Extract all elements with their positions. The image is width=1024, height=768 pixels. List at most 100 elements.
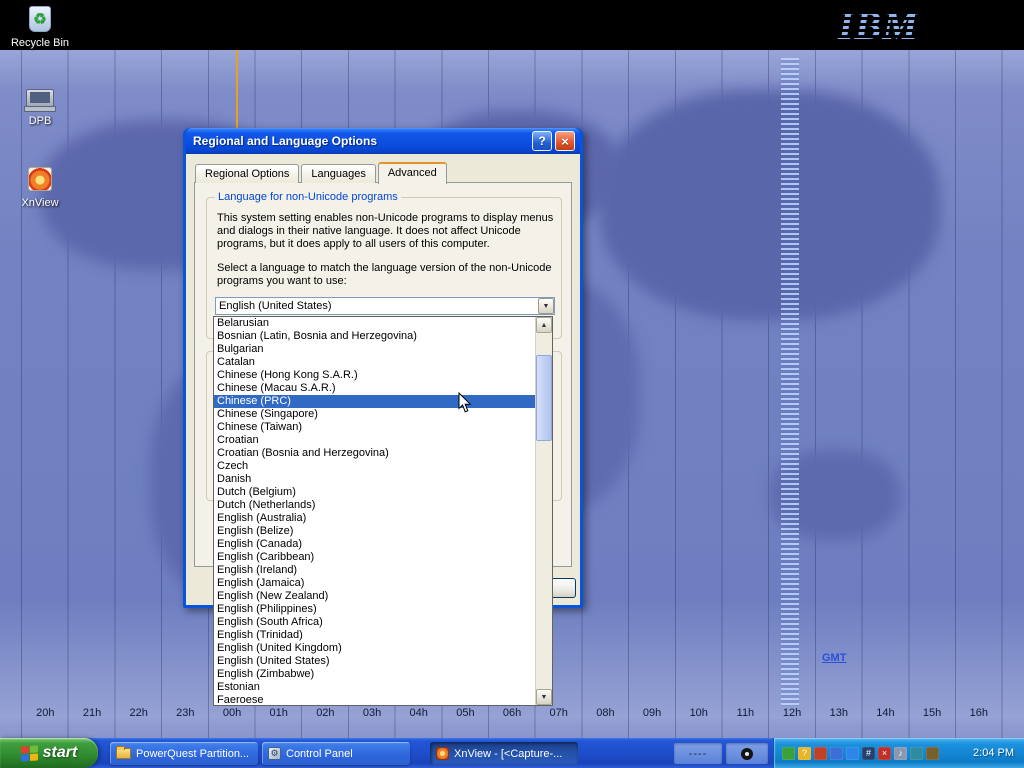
language-option[interactable]: English (South Africa) [214, 616, 535, 629]
language-option[interactable]: English (Caribbean) [214, 551, 535, 564]
taskbar-toolbar-handle[interactable]: ---- [674, 743, 722, 764]
recycle-bin-icon: ♻ [29, 6, 51, 32]
timezone-label: 06h [489, 707, 536, 719]
taskbar-button-powerquest[interactable]: PowerQuest Partition... [110, 742, 258, 765]
timezone-scale: 20h21h22h23h00h01h02h03h04h05h06h07h08h0… [22, 707, 1002, 719]
help-button[interactable]: ? [532, 131, 552, 151]
timezone-label: 13h [815, 707, 862, 719]
task-grid-icon[interactable]: # [862, 747, 875, 760]
language-option[interactable]: Chinese (Taiwan) [214, 421, 535, 434]
desktop-icon-recycle-bin[interactable]: ♻ Recycle Bin [8, 4, 72, 49]
language-option[interactable]: Faeroese [214, 694, 535, 705]
ibm-logo-stripes [838, 2, 948, 48]
groupbox-description: This system setting enables non-Unicode … [217, 212, 561, 251]
language-option[interactable]: Bulgarian [214, 343, 535, 356]
timezone-label: 08h [582, 707, 629, 719]
mute-icon[interactable]: × [878, 747, 891, 760]
tab-regional-options[interactable]: Regional Options [195, 164, 299, 183]
tab-strip: Regional Options Languages Advanced [195, 161, 449, 183]
timezone-label: 16h [955, 707, 1002, 719]
language-option[interactable]: English (Australia) [214, 512, 535, 525]
language-option[interactable]: English (New Zealand) [214, 590, 535, 603]
ibm-logo: IBM [838, 2, 948, 48]
timezone-label: 21h [69, 707, 116, 719]
timezone-label: 07h [535, 707, 582, 719]
timezone-label: 04h [395, 707, 442, 719]
language-option[interactable]: Chinese (Macau S.A.R.) [214, 382, 535, 395]
start-button[interactable]: start [0, 738, 98, 768]
taskbar-button-label: Control Panel [286, 748, 353, 760]
language-option[interactable]: Chinese (Singapore) [214, 408, 535, 421]
language-option[interactable]: Bosnian (Latin, Bosnia and Herzegovina) [214, 330, 535, 343]
language-option[interactable]: Catalan [214, 356, 535, 369]
taskbar-clock[interactable]: 2:04 PM [963, 747, 1024, 759]
folder-icon [116, 748, 131, 759]
combo-dropdown-icon[interactable]: ▼ [538, 298, 554, 314]
select-language-instruction: Select a language to match the language … [217, 262, 565, 288]
language-option[interactable]: English (Philippines) [214, 603, 535, 616]
dialog-title: Regional and Language Options [191, 134, 529, 148]
usb-device-icon[interactable] [910, 747, 923, 760]
taskbar-button-label: XnView - [<Capture-... [454, 748, 562, 760]
taskbar: start PowerQuest Partition... ⚙ Control … [0, 738, 1024, 768]
taskbar-button-label: PowerQuest Partition... [136, 748, 249, 760]
language-option[interactable]: English (Belize) [214, 525, 535, 538]
timezone-label: 00h [209, 707, 256, 719]
dropdown-scrollbar[interactable]: ▲ ▼ [535, 317, 552, 705]
scroll-down-icon[interactable]: ▼ [536, 689, 552, 705]
language-option[interactable]: Estonian [214, 681, 535, 694]
language-option[interactable]: Chinese (PRC) [214, 395, 535, 408]
language-option[interactable]: Dutch (Belgium) [214, 486, 535, 499]
dialog-titlebar[interactable]: Regional and Language Options ? × [186, 128, 580, 154]
language-option[interactable]: Czech [214, 460, 535, 473]
language-option[interactable]: English (United States) [214, 655, 535, 668]
language-option[interactable]: English (Trinidad) [214, 629, 535, 642]
taskbar-button-control-panel[interactable]: ⚙ Control Panel [262, 742, 410, 765]
timezone-label: 05h [442, 707, 489, 719]
scheduler-icon[interactable] [926, 747, 939, 760]
mouse-cursor [458, 392, 472, 417]
language-option[interactable]: Croatian (Bosnia and Herzegovina) [214, 447, 535, 460]
system-tray: ? #×♪ 2:04 PM [773, 738, 1024, 768]
language-option[interactable]: Belarusian [214, 317, 535, 330]
map-landmass [600, 90, 940, 320]
language-option[interactable]: English (Jamaica) [214, 577, 535, 590]
display-icon[interactable] [830, 747, 843, 760]
language-option[interactable]: Danish [214, 473, 535, 486]
battery-meter-icon[interactable] [782, 747, 795, 760]
timezone-label: 09h [629, 707, 676, 719]
desktop-icon-dpb[interactable]: DPB [8, 82, 72, 127]
language-option[interactable]: English (Ireland) [214, 564, 535, 577]
timezone-label: 15h [909, 707, 956, 719]
desktop-icon-label: DPB [8, 115, 72, 127]
timezone-label: 10h [675, 707, 722, 719]
language-option[interactable]: English (Canada) [214, 538, 535, 551]
language-combobox[interactable]: English (United States) ▼ [215, 297, 555, 315]
language-option[interactable]: Croatian [214, 434, 535, 447]
tray-icons: ? #×♪ [782, 747, 939, 760]
windows-flag-icon [21, 745, 38, 761]
tab-languages[interactable]: Languages [301, 164, 375, 183]
volume-icon[interactable]: ♪ [894, 747, 907, 760]
close-button[interactable]: × [555, 131, 575, 151]
language-option[interactable]: Chinese (Hong Kong S.A.R.) [214, 369, 535, 382]
graphics-settings-icon[interactable] [814, 747, 827, 760]
groupbox-title: Language for non-Unicode programs [215, 191, 401, 203]
timezone-label: 01h [255, 707, 302, 719]
map-time-marker [236, 50, 238, 130]
network-icon[interactable] [846, 747, 859, 760]
taskbar-toolbar-applet[interactable] [726, 743, 768, 764]
security-alert-icon[interactable]: ? [798, 747, 811, 760]
control-panel-icon: ⚙ [268, 747, 281, 760]
taskbar-button-xnview[interactable]: XnView - [<Capture-... [430, 742, 578, 765]
tab-advanced[interactable]: Advanced [378, 162, 447, 184]
desktop-icon-xnview[interactable]: XnView [8, 164, 72, 209]
scrollbar-thumb[interactable] [536, 355, 552, 441]
language-option[interactable]: Dutch (Netherlands) [214, 499, 535, 512]
xnview-taskbar-icon [436, 747, 449, 760]
timezone-label: 22h [115, 707, 162, 719]
language-option[interactable]: English (United Kingdom) [214, 642, 535, 655]
timezone-label: 03h [349, 707, 396, 719]
scroll-up-icon[interactable]: ▲ [536, 317, 552, 333]
language-option[interactable]: English (Zimbabwe) [214, 668, 535, 681]
